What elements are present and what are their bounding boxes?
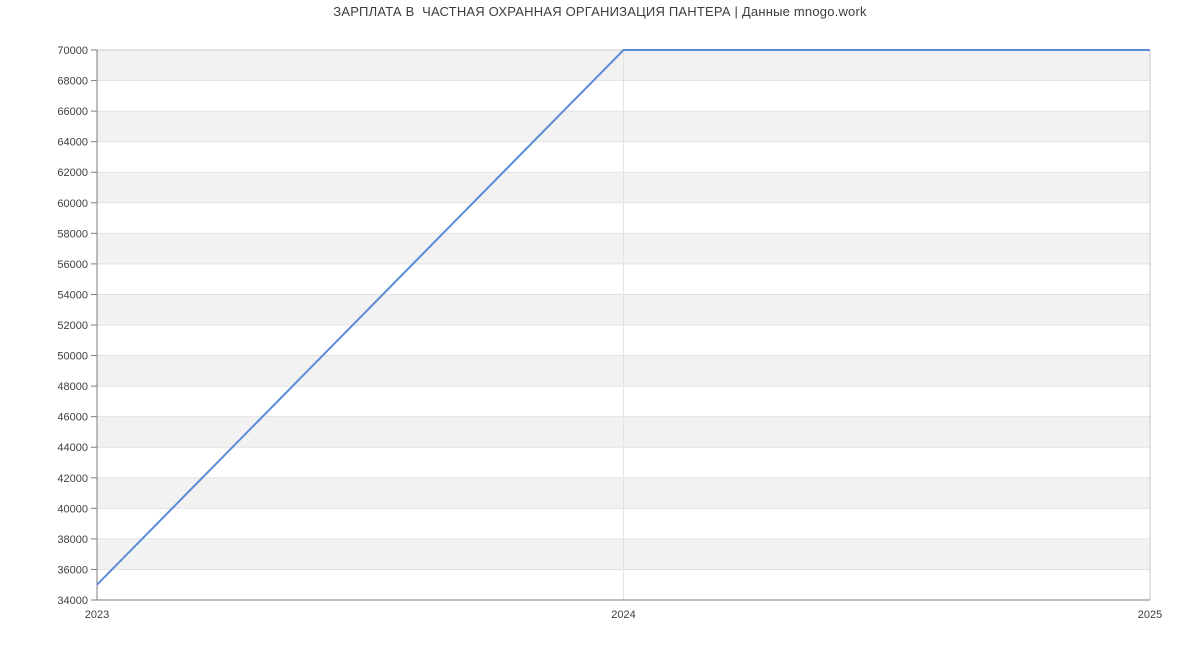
x-tick-label: 2025 — [1138, 609, 1162, 621]
y-tick-label: 38000 — [57, 534, 88, 546]
y-tick-label: 54000 — [57, 289, 88, 301]
y-tick-label: 48000 — [57, 381, 88, 393]
y-tick-label: 52000 — [57, 320, 88, 332]
y-tick-label: 62000 — [57, 167, 88, 179]
x-tick-label: 2024 — [611, 609, 635, 621]
y-tick-label: 64000 — [57, 137, 88, 149]
y-tick-label: 36000 — [57, 564, 88, 576]
y-tick-label: 60000 — [57, 198, 88, 210]
y-tick-label: 42000 — [57, 473, 88, 485]
y-tick-label: 66000 — [57, 106, 88, 118]
y-tick-label: 40000 — [57, 503, 88, 515]
line-chart-canvas: 34000 36000 38000 40000 42000 44000 46000 48000… — [57, 45, 1162, 621]
y-tick-label: 70000 — [57, 45, 88, 57]
salary-chart-page: ЗАРПЛАТА В ЧАСТНАЯ ОХРАННАЯ ОРГАНИЗАЦИЯ … — [0, 0, 1200, 650]
y-tick-label: 46000 — [57, 412, 88, 424]
x-tick-label: 2023 — [85, 609, 109, 621]
y-tick-label: 50000 — [57, 351, 88, 363]
y-tick-label: 56000 — [57, 259, 88, 271]
y-tick-label: 68000 — [57, 76, 88, 88]
y-tick-label: 44000 — [57, 442, 88, 454]
y-tick-label: 58000 — [57, 228, 88, 240]
y-tick-label: 34000 — [57, 595, 88, 607]
